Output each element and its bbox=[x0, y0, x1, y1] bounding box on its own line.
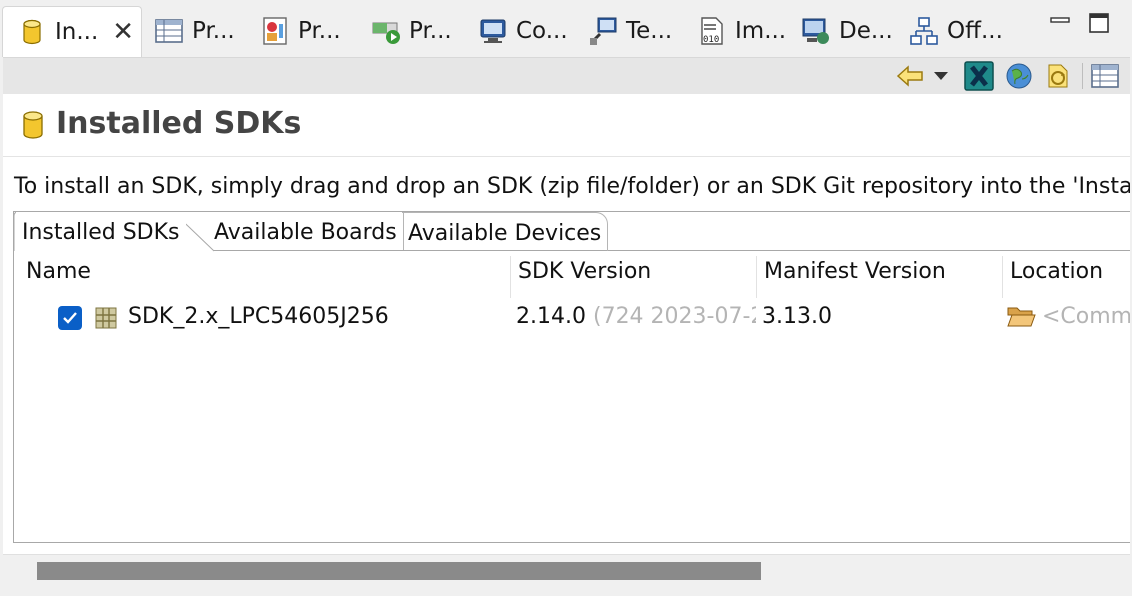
view-tab-strip: In... ✕ Pr... Pr... Pr... Co... Te... 01… bbox=[0, 0, 1132, 57]
dropdown-triangle-icon[interactable] bbox=[931, 61, 951, 91]
sdk-version-detail: (724 2023-07-28 bbox=[592, 304, 756, 329]
tab-label: Im... bbox=[735, 18, 787, 44]
svg-text:010: 010 bbox=[703, 35, 719, 45]
tab-terminal[interactable]: Te... bbox=[588, 6, 672, 56]
debug-monitor-icon bbox=[801, 16, 831, 46]
manifest-version: 3.13.0 bbox=[762, 304, 832, 329]
table-grid-icon bbox=[154, 16, 184, 46]
sdk-name: SDK_2.x_LPC54605J256 bbox=[128, 304, 389, 329]
back-arrow-icon[interactable] bbox=[895, 61, 925, 91]
tab-label: Pr... bbox=[298, 18, 341, 44]
horizontal-scrollbar[interactable] bbox=[3, 554, 1130, 589]
run-progress-icon bbox=[371, 16, 401, 46]
sdk-version-cell: 2.14.0 (724 2023-07-28 bbox=[516, 304, 756, 329]
tab-label: Pr... bbox=[192, 18, 235, 44]
inner-tab-bar: Installed SDKs Available Boards Availabl… bbox=[14, 212, 1130, 252]
excel-x-icon[interactable] bbox=[964, 61, 994, 91]
tab-installed-sdks-inner[interactable]: Installed SDKs bbox=[16, 212, 186, 250]
tab-label: Pr... bbox=[409, 18, 452, 44]
view-toolbar bbox=[3, 57, 1130, 95]
tab-label: Te... bbox=[626, 18, 673, 44]
close-icon[interactable]: ✕ bbox=[112, 19, 134, 45]
sdk-tab-folder: Installed SDKs Available Boards Availabl… bbox=[13, 211, 1130, 543]
database-cylinder-icon bbox=[21, 110, 45, 140]
column-header-name[interactable]: Name bbox=[26, 259, 91, 284]
tab-properties[interactable]: Pr... bbox=[154, 6, 235, 56]
checkmark-icon bbox=[63, 312, 77, 324]
column-divider[interactable] bbox=[510, 256, 511, 298]
tab-image-info[interactable]: 010 Im... bbox=[697, 6, 786, 56]
tab-console[interactable]: Co... bbox=[478, 6, 568, 56]
database-cylinder-icon bbox=[17, 17, 47, 47]
tab-offline[interactable]: Off... bbox=[909, 6, 1003, 56]
peripherals-person-icon bbox=[260, 16, 290, 46]
toolbar-divider bbox=[1082, 63, 1083, 89]
offline-tree-icon bbox=[909, 16, 939, 46]
sdk-enabled-checkbox[interactable] bbox=[58, 306, 82, 330]
tab-peripherals[interactable]: Pr... bbox=[260, 6, 341, 56]
minimize-button[interactable] bbox=[1049, 12, 1071, 34]
instruction-text: To install an SDK, simply drag and drop … bbox=[14, 174, 1130, 199]
column-header-location[interactable]: Location bbox=[1010, 259, 1103, 284]
tab-available-devices[interactable]: Available Devices bbox=[402, 212, 609, 251]
sdk-version: 2.14.0 bbox=[516, 304, 586, 329]
column-divider[interactable] bbox=[1002, 256, 1003, 298]
tab-label: In... bbox=[55, 19, 99, 45]
refresh-sdk-icon[interactable] bbox=[1043, 61, 1073, 91]
tab-progress[interactable]: Pr... bbox=[371, 6, 452, 56]
binary-image-icon: 010 bbox=[697, 16, 727, 46]
column-divider[interactable] bbox=[756, 256, 757, 298]
page-header: Installed SDKs bbox=[3, 94, 1130, 157]
column-header-sdk-version[interactable]: SDK Version bbox=[518, 259, 651, 284]
tab-debug[interactable]: De... bbox=[801, 6, 893, 56]
scrollbar-thumb[interactable] bbox=[37, 562, 761, 580]
tab-label: Off... bbox=[947, 18, 1003, 44]
tab-installed-sdks[interactable]: In... ✕ bbox=[2, 6, 142, 57]
tab-label: De... bbox=[839, 18, 893, 44]
tab-label: Co... bbox=[516, 18, 568, 44]
sdk-location: <Comm bbox=[1042, 304, 1130, 329]
installed-sdks-view: Installed SDKs To install an SDK, simply… bbox=[3, 94, 1130, 554]
column-header-manifest-version[interactable]: Manifest Version bbox=[764, 259, 946, 284]
page-title: Installed SDKs bbox=[56, 106, 302, 141]
globe-icon[interactable] bbox=[1004, 61, 1034, 91]
maximize-button[interactable] bbox=[1088, 12, 1110, 34]
console-monitor-icon bbox=[478, 16, 508, 46]
table-view-icon[interactable] bbox=[1090, 61, 1120, 91]
tab-available-boards[interactable]: Available Boards bbox=[208, 212, 404, 250]
open-folder-icon[interactable] bbox=[1006, 304, 1036, 330]
sdk-package-icon bbox=[94, 306, 118, 330]
terminal-plug-icon bbox=[588, 16, 618, 46]
